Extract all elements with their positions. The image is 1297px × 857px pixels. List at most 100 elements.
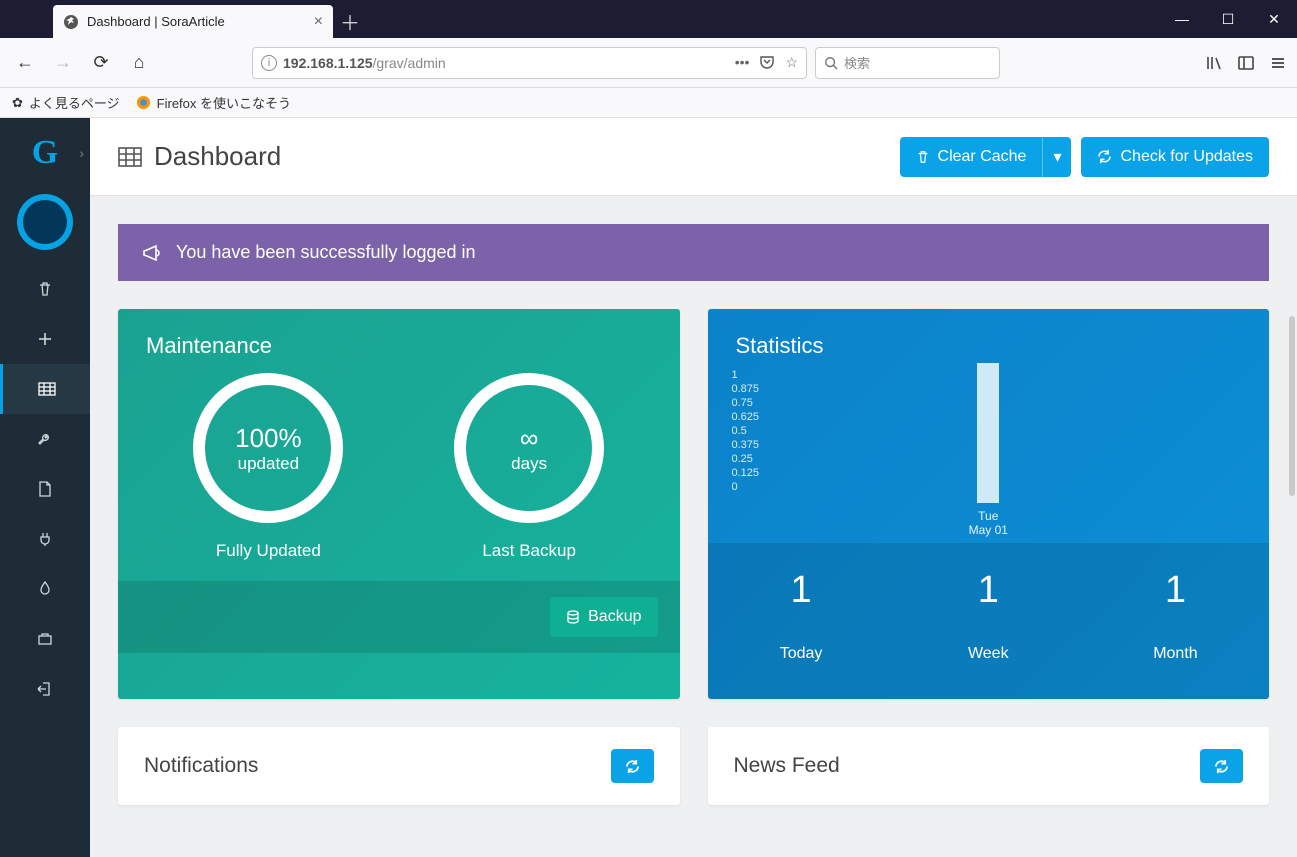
bookmark-most-visited[interactable]: ✿ よく見るページ [12,93,120,112]
sidebar-item-config[interactable] [0,414,90,464]
statistics-summary: 1Today 1Week 1Month [708,543,1270,699]
window-titlebar: Dashboard | SoraArticle × ＋ — ☐ ✕ [0,0,1297,38]
newsfeed-title: News Feed [734,754,840,778]
ytick: 0 [732,481,760,493]
url-path: /grav/admin [373,55,446,71]
stat-label: Week [895,631,1082,681]
sidebar-item-tools[interactable] [0,614,90,664]
user-avatar[interactable] [17,194,73,250]
stat-label: Today [708,631,895,681]
ytick: 0.625 [732,411,760,423]
window-close-button[interactable]: ✕ [1251,0,1297,38]
browser-navbar: ← → ⟳ ⌂ i 192.168.1.125/grav/admin ••• ☆… [0,38,1297,88]
pocket-icon[interactable] [759,54,775,71]
bookmark-star-icon[interactable]: ☆ [785,54,798,71]
page-actions-icon[interactable]: ••• [735,54,750,71]
ytick: 0.875 [732,383,760,395]
nav-home-button[interactable]: ⌂ [124,48,154,78]
library-icon[interactable] [1205,54,1223,72]
window-minimize-button[interactable]: — [1159,0,1205,38]
sidebar-item-themes[interactable] [0,564,90,614]
refresh-icon [1214,759,1229,774]
scrollbar-thumb[interactable] [1289,316,1295,496]
trash-icon [916,150,930,164]
ytick: 0.25 [732,453,760,465]
ytick: 0.75 [732,397,760,409]
sidebar-item-trash[interactable] [0,264,90,314]
grav-logo[interactable]: G› [0,118,90,188]
backup-sub: days [511,454,547,474]
hamburger-menu-icon[interactable] [1269,54,1287,72]
notifications-card: Notifications [118,727,680,805]
sidebar-item-logout[interactable] [0,664,90,714]
sidebar-item-pages[interactable] [0,464,90,514]
page-title: Dashboard [118,141,281,172]
statistics-chart: 1 0.875 0.75 0.625 0.5 0.375 0.25 0.125 … [732,363,1246,543]
xlabel-line: Tue [978,509,998,523]
search-placeholder: 検索 [844,53,870,72]
chart-y-labels: 1 0.875 0.75 0.625 0.5 0.375 0.25 0.125 … [732,369,760,493]
alert-text: You have been successfully logged in [176,242,476,263]
main-content: Dashboard Clear Cache ▾ Check for Update… [90,118,1297,857]
url-host: 192.168.1.125 [283,55,373,71]
stat-value: 1 [708,557,895,627]
updated-dial: 100% updated Fully Updated [193,373,343,561]
window-controls: — ☐ ✕ [1159,0,1297,38]
address-bar[interactable]: i 192.168.1.125/grav/admin ••• ☆ [252,47,807,79]
gear-icon: ✿ [12,95,23,111]
tab-close-icon[interactable]: × [314,13,323,31]
search-icon [824,56,838,70]
nav-forward-button[interactable]: → [48,48,78,78]
bookmark-label: Firefox を使いこなそう [157,93,291,112]
site-info-icon[interactable]: i [261,55,277,71]
updated-caption: Fully Updated [193,541,343,561]
sidebar-item-plugins[interactable] [0,514,90,564]
megaphone-icon [142,244,162,262]
bookmarks-toolbar: ✿ よく見るページ Firefox を使いこなそう [0,88,1297,118]
grid-icon [118,147,142,167]
ytick: 0.5 [732,425,760,437]
clear-cache-label: Clear Cache [938,148,1027,166]
chevron-right-icon: › [79,145,84,161]
admin-sidebar: G› [0,118,90,857]
sidebar-toggle-icon[interactable] [1237,54,1255,72]
stat-label: Month [1082,631,1269,681]
nav-reload-button[interactable]: ⟳ [86,48,116,78]
tab-title: Dashboard | SoraArticle [87,14,225,29]
maintenance-title: Maintenance [118,309,680,367]
search-bar[interactable]: 検索 [815,47,1000,79]
nav-back-button[interactable]: ← [10,48,40,78]
updated-percent: 100% [235,423,302,454]
refresh-icon [625,759,640,774]
window-maximize-button[interactable]: ☐ [1205,0,1251,38]
clear-cache-dropdown[interactable]: ▾ [1042,137,1071,177]
backup-dial: ∞ days Last Backup [454,373,604,561]
check-updates-label: Check for Updates [1120,148,1253,166]
backup-button[interactable]: Backup [550,597,657,637]
new-tab-button[interactable]: ＋ [333,5,367,38]
stat-value: 1 [1082,557,1269,627]
stat-week: 1Week [895,543,1082,699]
updated-sub: updated [238,454,299,474]
database-icon [566,610,580,624]
stat-today: 1Today [708,543,895,699]
clear-cache-button[interactable]: Clear Cache [900,137,1043,177]
sidebar-item-dashboard[interactable] [0,364,90,414]
maintenance-card: Maintenance 100% updated Fully Updated ∞ [118,309,680,699]
app-root: G› Dashboard Clear Cache [0,118,1297,857]
backup-caption: Last Backup [454,541,604,561]
firefox-icon [136,95,151,110]
sidebar-item-add[interactable] [0,314,90,364]
stat-value: 1 [895,557,1082,627]
check-updates-button[interactable]: Check for Updates [1081,137,1269,177]
newsfeed-refresh-button[interactable] [1200,749,1243,783]
bookmark-label: よく見るページ [29,93,120,112]
notifications-refresh-button[interactable] [611,749,654,783]
browser-tab[interactable]: Dashboard | SoraArticle × [53,5,333,38]
backup-button-label: Backup [588,608,641,626]
bookmark-firefox-tips[interactable]: Firefox を使いこなそう [136,93,291,112]
login-alert: You have been successfully logged in [118,224,1269,281]
page-title-text: Dashboard [154,141,281,172]
newsfeed-card: News Feed [708,727,1270,805]
refresh-icon [1097,149,1112,164]
